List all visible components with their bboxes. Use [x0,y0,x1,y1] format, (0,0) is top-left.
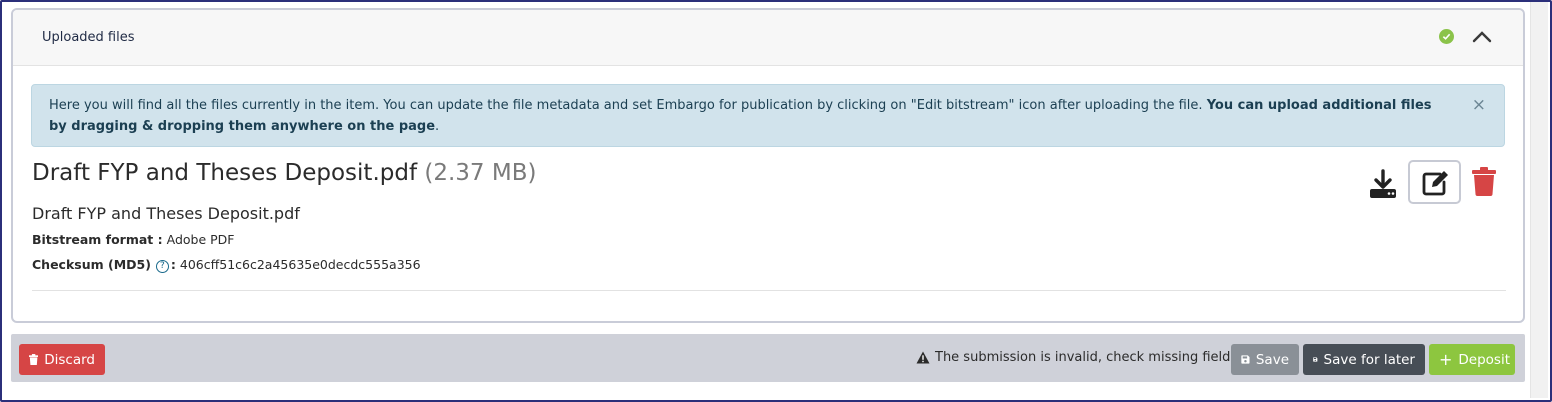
uploaded-files-card: Uploaded files Here you will find all th… [11,8,1525,323]
invalid-message-text: The submission is invalid, check missing… [935,350,1238,365]
checksum-value: 406cff51c6c2a45635e0decdc555a356 [179,257,421,272]
warning-icon [916,351,930,364]
trash-icon[interactable] [1470,166,1498,196]
card-header[interactable]: Uploaded files [13,10,1523,66]
discard-label: Discard [44,351,95,368]
submission-footer: Discard The submission is invalid, check… [11,334,1525,382]
file-title: Draft FYP and Theses Deposit.pdf (2.37 M… [32,160,536,186]
download-icon[interactable] [1367,168,1399,200]
format-row: Bitstream format : Adobe PDF [32,232,235,247]
checksum-label: Checksum (MD5) [32,257,151,272]
format-value: Adobe PDF [166,232,235,247]
invalid-submission-message: The submission is invalid, check missing… [916,350,1237,365]
plus-icon: + [1439,350,1453,369]
check-circle-icon [1439,29,1454,44]
file-size: (2.37 MB) [424,160,537,186]
alert-text: Here you will find all the files current… [49,98,1207,113]
checksum-separator: : [170,257,176,272]
divider [32,290,1506,291]
save-icon [1241,355,1250,364]
edit-bitstream-button[interactable] [1408,160,1461,204]
question-circle-icon[interactable]: ? [155,260,169,273]
alert-text-end: . [435,119,440,134]
save-button[interactable]: Save [1231,344,1299,375]
scrollbar[interactable] [1530,2,1548,398]
discard-button[interactable]: Discard [19,344,105,375]
chevron-up-icon[interactable] [1471,28,1493,44]
save-for-later-label: Save for later [1323,351,1415,368]
checksum-row: Checksum (MD5) ?: 406cff51c6c2a45635e0de… [32,257,421,273]
deposit-button[interactable]: + Deposit [1429,344,1515,375]
save-label: Save [1255,351,1289,368]
file-subtitle: Draft FYP and Theses Deposit.pdf [32,204,300,223]
file-name: Draft FYP and Theses Deposit.pdf [32,160,418,186]
edit-icon [1422,171,1448,196]
format-label: Bitstream format : [32,232,163,247]
info-alert: Here you will find all the files current… [31,84,1505,147]
card-title: Uploaded files [42,30,135,45]
save-icon [1313,357,1318,362]
deposit-label: Deposit [1458,351,1511,368]
save-for-later-button[interactable]: Save for later [1303,344,1425,375]
trash-icon [29,354,39,365]
close-icon[interactable]: × [1472,97,1486,114]
